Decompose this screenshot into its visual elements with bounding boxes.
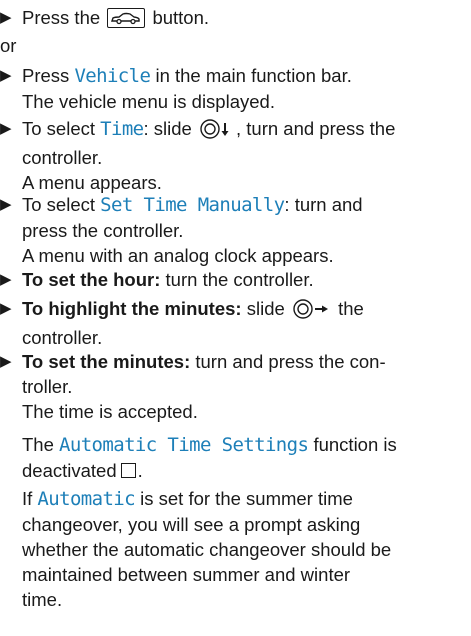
step-select-set-time-manually: ▶ To select Set Time Manually: turn and … — [0, 192, 461, 268]
note-automatic-summer-time: If Automatic is set for the summer time … — [0, 486, 461, 612]
step-text: troller. — [22, 376, 73, 397]
note-text: is set for the summer time — [140, 488, 353, 509]
step-text: To select — [22, 194, 96, 215]
step-select-time: ▶ To select Time: slide , turn and press… — [0, 116, 461, 195]
note-text: If — [22, 488, 33, 509]
step-bold-label: To set the hour: — [22, 269, 161, 290]
step-text: in the main function bar. — [155, 65, 352, 86]
note-text: whether the automatic changeover should … — [22, 539, 392, 560]
step-arrow-icon: ▶ — [0, 300, 12, 317]
step-text: Press the — [22, 7, 101, 28]
step-result: The time is accepted. — [22, 401, 198, 422]
step-arrow-icon: ▶ — [0, 196, 12, 213]
step-set-hour: ▶ To set the hour: turn the controller. — [0, 267, 461, 292]
or-separator: or — [0, 35, 17, 56]
step-result: A menu with an analog clock appears. — [22, 245, 334, 266]
step-text: turn the controller. — [165, 269, 314, 290]
step-text: Press — [22, 65, 70, 86]
note-text: The — [22, 434, 54, 455]
controller-slide-right-icon — [292, 299, 332, 325]
step-text: To select — [22, 118, 96, 139]
keyword-time: Time — [100, 118, 144, 140]
note-text: time. — [22, 589, 63, 610]
step-press-vehicle: ▶ Press Vehicle in the main function bar… — [0, 63, 461, 114]
note-text: changeover, you will see a prompt asking — [22, 514, 361, 535]
step-text: turn and press the con- — [195, 351, 386, 372]
step-arrow-icon: ▶ — [0, 271, 12, 288]
step-arrow-icon: ▶ — [0, 9, 12, 26]
step-arrow-icon: ▶ — [0, 120, 12, 137]
note-text: deactivated — [22, 460, 117, 481]
note-text: maintained between summer and winter — [22, 564, 351, 585]
step-text: press the controller. — [22, 220, 184, 241]
unchecked-checkbox-icon — [120, 463, 136, 478]
step-text: , turn and press the — [235, 118, 396, 139]
step-arrow-icon: ▶ — [0, 67, 12, 84]
note-text: function is — [313, 434, 397, 455]
keyword-automatic: Automatic — [37, 488, 135, 510]
step-text: slide — [246, 298, 285, 319]
step-result: The vehicle menu is displayed. — [22, 91, 275, 112]
step-text: : slide — [143, 118, 192, 139]
instruction-page: ▶ Press the button. or ▶ Press Vehicle i… — [0, 0, 471, 636]
controller-slide-down-icon — [199, 119, 235, 145]
step-text: : turn and — [284, 194, 363, 215]
step-text: controller. — [22, 327, 103, 348]
step-press-car-button: ▶ Press the button. — [0, 5, 461, 30]
keyword-set-time-manually: Set Time Manually — [100, 194, 285, 216]
step-text: controller. — [22, 147, 103, 168]
keyword-automatic-time-settings: Automatic Time Settings — [59, 434, 309, 456]
step-arrow-icon: ▶ — [0, 353, 12, 370]
step-text: button. — [152, 7, 210, 28]
step-highlight-minutes: ▶ To highlight the minutes: slide the co… — [0, 296, 461, 350]
note-automatic-time-settings: The Automatic Time Settings function is … — [22, 434, 397, 481]
step-text: the — [338, 298, 364, 319]
car-icon — [107, 8, 146, 28]
step-set-minutes: ▶ To set the minutes: turn and press the… — [0, 349, 461, 424]
step-bold-label: To highlight the minutes: — [22, 298, 242, 319]
keyword-vehicle: Vehicle — [74, 65, 151, 87]
step-bold-label: To set the minutes: — [22, 351, 191, 372]
